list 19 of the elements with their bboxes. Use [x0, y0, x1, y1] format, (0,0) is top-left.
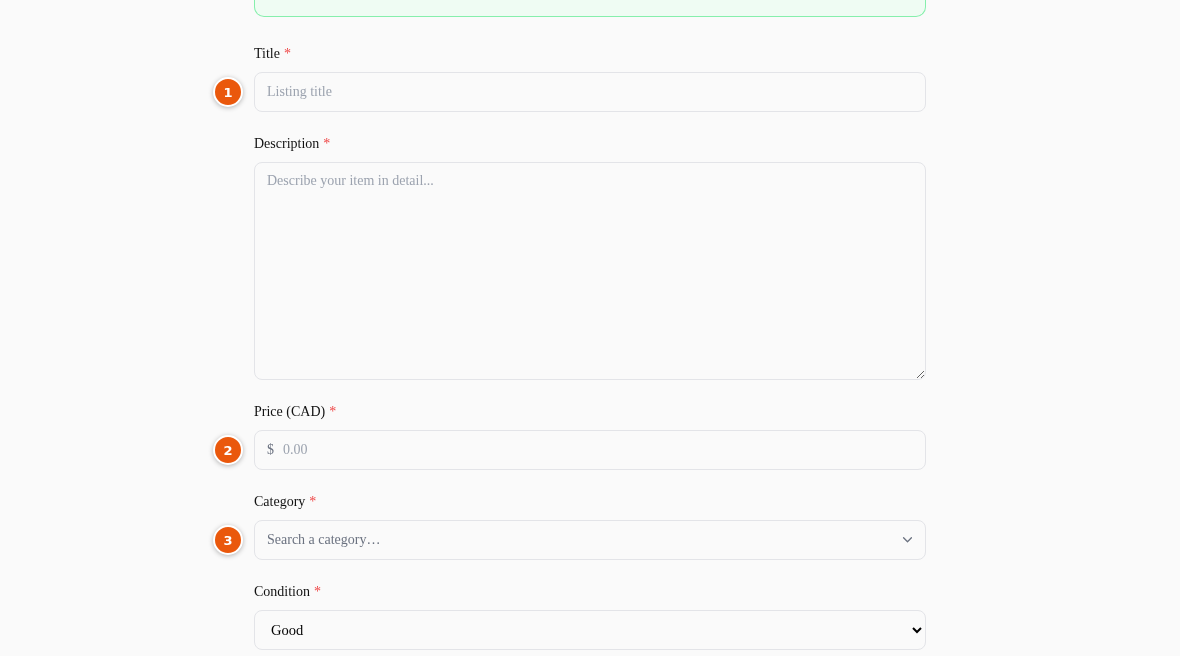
field-label: Price (CAD)	[254, 403, 326, 421]
description-textarea[interactable]: Describe your item in detail...	[254, 162, 926, 380]
step-badge: 3	[213, 525, 243, 555]
currency-symbol: $	[267, 442, 274, 458]
condition-select[interactable]: Good	[254, 610, 926, 650]
field-label: Description	[254, 135, 320, 153]
required-mark: *	[283, 45, 291, 63]
required-mark: *	[329, 403, 337, 421]
step-badge: 2	[213, 435, 243, 465]
required-mark: *	[323, 135, 331, 153]
field-label: Condition	[254, 583, 310, 601]
required-mark: *	[309, 493, 317, 511]
required-mark: *	[314, 583, 321, 601]
chevron-down-icon	[902, 536, 913, 544]
title-input[interactable]: Listing title	[254, 72, 926, 112]
step-badge: 1	[213, 77, 243, 107]
field-label: Category	[254, 493, 306, 511]
field-label: Title	[254, 45, 280, 63]
category-search-input[interactable]: Search a category…	[254, 520, 926, 560]
